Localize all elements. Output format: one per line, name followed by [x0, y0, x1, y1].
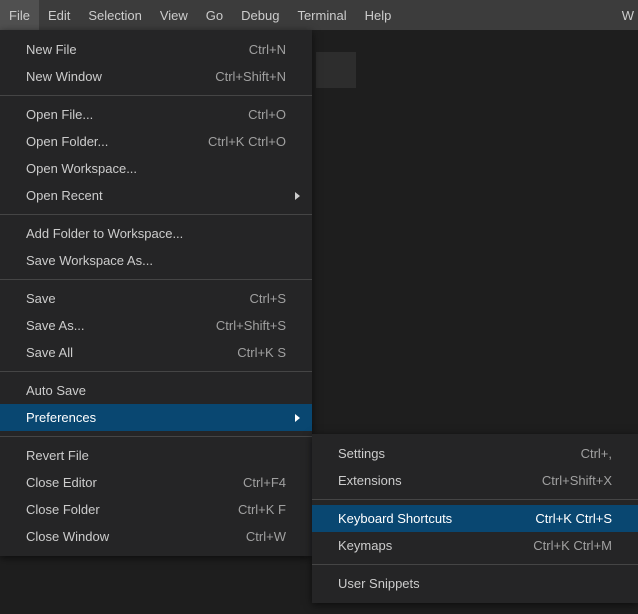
file-menu-separator [0, 436, 312, 437]
file-menu-item-close-window[interactable]: Close Window Ctrl+W [0, 523, 312, 550]
file-menu-item-preferences[interactable]: Preferences [0, 404, 312, 431]
menu-item-shortcut: Ctrl+Shift+N [215, 69, 286, 84]
menubar-item-go[interactable]: Go [197, 0, 232, 30]
file-menu-item-new-window[interactable]: New Window Ctrl+Shift+N [0, 63, 312, 90]
menubar-item-view[interactable]: View [151, 0, 197, 30]
menu-item-label: Save As... [26, 318, 196, 333]
menu-item-label: Settings [338, 446, 561, 461]
file-menu-item-save-as[interactable]: Save As... Ctrl+Shift+S [0, 312, 312, 339]
menu-item-shortcut: Ctrl+O [248, 107, 286, 122]
menubar-item-file[interactable]: File [0, 0, 39, 30]
menubar-item-terminal[interactable]: Terminal [288, 0, 355, 30]
chevron-right-icon [295, 414, 300, 422]
file-menu-item-open-file[interactable]: Open File... Ctrl+O [0, 101, 312, 128]
menu-item-label: New File [26, 42, 229, 57]
preferences-menu-item-keymaps[interactable]: Keymaps Ctrl+K Ctrl+M [312, 532, 638, 559]
file-menu-item-add-folder-to-workspace[interactable]: Add Folder to Workspace... [0, 220, 312, 247]
menubar-item-selection[interactable]: Selection [79, 0, 150, 30]
file-menu-item-save-workspace-as[interactable]: Save Workspace As... [0, 247, 312, 274]
file-menu-separator [0, 279, 312, 280]
menu-item-shortcut: Ctrl+W [246, 529, 286, 544]
menu-item-label: Close Editor [26, 475, 223, 490]
preferences-menu-separator [312, 564, 638, 565]
menu-item-label: Save Workspace As... [26, 253, 286, 268]
menu-item-label: Extensions [338, 473, 522, 488]
menu-item-label: Open Recent [26, 188, 286, 203]
menu-item-shortcut: Ctrl+Shift+S [216, 318, 286, 333]
preferences-menu-item-user-snippets[interactable]: User Snippets [312, 570, 638, 597]
title-fragment: W [622, 0, 638, 30]
menu-item-shortcut: Ctrl+F4 [243, 475, 286, 490]
menu-item-label: Preferences [26, 410, 286, 425]
file-menu-separator [0, 371, 312, 372]
menu-item-label: Open Workspace... [26, 161, 286, 176]
menu-item-shortcut: Ctrl+K Ctrl+M [533, 538, 612, 553]
menu-item-label: Close Window [26, 529, 226, 544]
menu-item-shortcut: Ctrl+Shift+X [542, 473, 612, 488]
file-menu-item-close-folder[interactable]: Close Folder Ctrl+K F [0, 496, 312, 523]
file-menu-item-auto-save[interactable]: Auto Save [0, 377, 312, 404]
menu-item-label: Open Folder... [26, 134, 188, 149]
file-menu-item-new-file[interactable]: New File Ctrl+N [0, 36, 312, 63]
preferences-menu-item-keyboard-shortcuts[interactable]: Keyboard Shortcuts Ctrl+K Ctrl+S [312, 505, 638, 532]
menubar: File Edit Selection View Go Debug Termin… [0, 0, 638, 30]
file-menu-item-open-workspace[interactable]: Open Workspace... [0, 155, 312, 182]
menu-item-label: Open File... [26, 107, 228, 122]
menu-item-label: Auto Save [26, 383, 286, 398]
menubar-item-debug[interactable]: Debug [232, 0, 288, 30]
file-menu-item-save-all[interactable]: Save All Ctrl+K S [0, 339, 312, 366]
menu-item-shortcut: Ctrl+K F [238, 502, 286, 517]
menubar-item-help[interactable]: Help [356, 0, 401, 30]
file-menu-item-open-recent[interactable]: Open Recent [0, 182, 312, 209]
menu-item-shortcut: Ctrl+, [581, 446, 612, 461]
menu-item-label: Save [26, 291, 230, 306]
menu-item-shortcut: Ctrl+S [250, 291, 286, 306]
preferences-menu-separator [312, 499, 638, 500]
menu-item-shortcut: Ctrl+K Ctrl+S [535, 511, 612, 526]
file-menu-separator [0, 95, 312, 96]
file-menu-item-open-folder[interactable]: Open Folder... Ctrl+K Ctrl+O [0, 128, 312, 155]
menu-item-shortcut: Ctrl+K S [237, 345, 286, 360]
menu-item-label: Keyboard Shortcuts [338, 511, 515, 526]
menu-item-label: Add Folder to Workspace... [26, 226, 286, 241]
file-menu-item-close-editor[interactable]: Close Editor Ctrl+F4 [0, 469, 312, 496]
editor-tab-fragment [316, 52, 356, 88]
preferences-submenu: Settings Ctrl+, Extensions Ctrl+Shift+X Keyb… [312, 434, 638, 603]
menu-item-label: New Window [26, 69, 195, 84]
menu-item-label: Close Folder [26, 502, 218, 517]
preferences-menu-item-settings[interactable]: Settings Ctrl+, [312, 440, 638, 467]
file-menu-separator [0, 214, 312, 215]
menubar-item-edit[interactable]: Edit [39, 0, 79, 30]
file-menu-item-revert-file[interactable]: Revert File [0, 442, 312, 469]
file-menu-item-save[interactable]: Save Ctrl+S [0, 285, 312, 312]
menu-item-shortcut: Ctrl+K Ctrl+O [208, 134, 286, 149]
chevron-right-icon [295, 192, 300, 200]
file-menu-dropdown: New File Ctrl+N New Window Ctrl+Shift+N Open… [0, 30, 312, 556]
menu-item-label: Revert File [26, 448, 286, 463]
menu-item-shortcut: Ctrl+N [249, 42, 286, 57]
menu-item-label: Keymaps [338, 538, 513, 553]
menu-item-label: Save All [26, 345, 217, 360]
menu-item-label: User Snippets [338, 576, 612, 591]
preferences-menu-item-extensions[interactable]: Extensions Ctrl+Shift+X [312, 467, 638, 494]
